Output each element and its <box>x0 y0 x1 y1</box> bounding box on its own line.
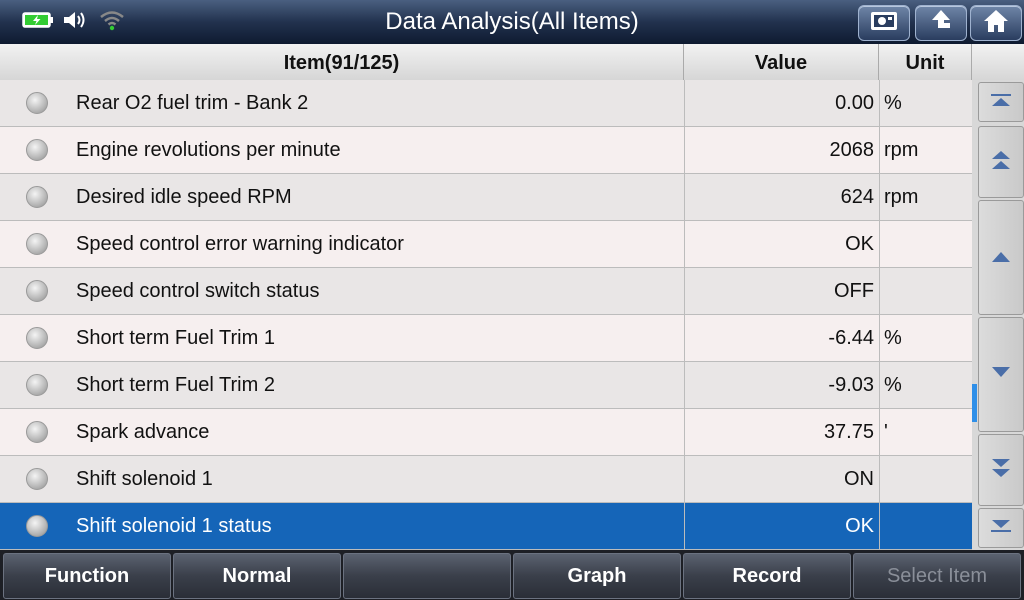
table-row[interactable]: Rear O2 fuel trim - Bank 2 0.00 % <box>0 80 972 127</box>
function-button[interactable]: Function <box>3 553 171 599</box>
scroll-top-button[interactable] <box>978 82 1024 122</box>
row-item-name: Desired idle speed RPM <box>76 186 292 208</box>
screenshot-icon <box>869 9 899 37</box>
line-up-button[interactable] <box>978 200 1024 315</box>
row-item-unit: rpm <box>879 127 972 173</box>
record-button[interactable]: Record <box>683 553 851 599</box>
row-item-name: Shift solenoid 1 <box>76 468 213 490</box>
row-radio-button[interactable] <box>26 468 48 490</box>
row-item-value: ON <box>684 456 874 502</box>
row-radio-button[interactable] <box>26 421 48 443</box>
back-button[interactable] <box>915 5 967 41</box>
line-down-icon <box>989 364 1013 386</box>
row-radio-button[interactable] <box>26 374 48 396</box>
table-row-selected[interactable]: Shift solenoid 1 status OK <box>0 503 972 550</box>
row-item-name: Spark advance <box>76 421 210 443</box>
data-list: Rear O2 fuel trim - Bank 2 0.00 % Engine… <box>0 80 972 550</box>
row-item-value: OK <box>684 503 874 549</box>
home-button[interactable] <box>970 5 1022 41</box>
row-radio-button[interactable] <box>26 280 48 302</box>
row-item-value: 624 <box>684 174 874 220</box>
row-item-name: Short term Fuel Trim 2 <box>76 374 275 396</box>
back-arrow-icon <box>926 8 956 38</box>
scroll-thumb[interactable] <box>972 384 977 422</box>
table-header: Item(91/125) Value Unit <box>0 44 1024 81</box>
row-item-unit: % <box>879 315 972 361</box>
select-item-button[interactable]: Select Item <box>853 553 1021 599</box>
top-bar: Data Analysis(All Items) <box>0 0 1024 44</box>
table-row[interactable]: Desired idle speed RPM 624 rpm <box>0 174 972 221</box>
row-item-unit <box>879 221 972 267</box>
row-radio-button[interactable] <box>26 139 48 161</box>
table-row[interactable]: Engine revolutions per minute 2068 rpm <box>0 127 972 174</box>
page-up-icon <box>989 147 1013 177</box>
row-item-value: 0.00 <box>684 80 874 126</box>
row-item-unit: ' <box>879 409 972 455</box>
row-item-unit <box>879 268 972 314</box>
row-item-name: Short term Fuel Trim 1 <box>76 327 275 349</box>
row-item-unit: % <box>879 362 972 408</box>
page-up-button[interactable] <box>978 126 1024 198</box>
row-item-value: -9.03 <box>684 362 874 408</box>
column-header-item: Item(91/125) <box>0 44 684 80</box>
row-item-name: Speed control switch status <box>76 280 320 302</box>
scroll-panel <box>972 80 1024 550</box>
row-item-unit: % <box>879 80 972 126</box>
table-row[interactable]: Short term Fuel Trim 2 -9.03 % <box>0 362 972 409</box>
table-row[interactable]: Speed control error warning indicator OK <box>0 221 972 268</box>
table-row[interactable]: Short term Fuel Trim 1 -6.44 % <box>0 315 972 362</box>
row-item-value: 2068 <box>684 127 874 173</box>
row-item-name: Shift solenoid 1 status <box>76 515 272 537</box>
table-row[interactable]: Shift solenoid 1 ON <box>0 456 972 503</box>
graph-button[interactable]: Graph <box>513 553 681 599</box>
row-item-unit <box>879 456 972 502</box>
row-radio-button[interactable] <box>26 327 48 349</box>
scroll-bottom-button[interactable] <box>978 508 1024 548</box>
bottom-toolbar: Function Normal Graph Record Select Item <box>0 550 1024 600</box>
row-item-value: -6.44 <box>684 315 874 361</box>
row-item-name: Engine revolutions per minute <box>76 139 341 161</box>
row-radio-button[interactable] <box>26 233 48 255</box>
scroll-top-icon <box>989 91 1013 113</box>
row-item-value: OK <box>684 221 874 267</box>
row-item-name: Speed control error warning indicator <box>76 233 404 255</box>
line-up-icon <box>989 247 1013 269</box>
column-header-unit: Unit <box>879 44 972 80</box>
scroll-bottom-icon <box>989 517 1013 539</box>
table-row[interactable]: Spark advance 37.75 ' <box>0 409 972 456</box>
line-down-button[interactable] <box>978 317 1024 432</box>
row-item-unit <box>879 503 972 549</box>
row-item-value: OFF <box>684 268 874 314</box>
row-radio-button[interactable] <box>26 92 48 114</box>
empty-button[interactable] <box>343 553 511 599</box>
row-item-unit: rpm <box>879 174 972 220</box>
row-radio-button[interactable] <box>26 515 48 537</box>
home-icon <box>981 8 1011 38</box>
column-header-value: Value <box>684 44 879 80</box>
screenshot-button[interactable] <box>858 5 910 41</box>
table-row[interactable]: Speed control switch status OFF <box>0 268 972 315</box>
row-item-name: Rear O2 fuel trim - Bank 2 <box>76 92 309 114</box>
normal-button[interactable]: Normal <box>173 553 341 599</box>
row-item-value: 37.75 <box>684 409 874 455</box>
page-down-icon <box>989 455 1013 485</box>
page-down-button[interactable] <box>978 434 1024 506</box>
row-radio-button[interactable] <box>26 186 48 208</box>
